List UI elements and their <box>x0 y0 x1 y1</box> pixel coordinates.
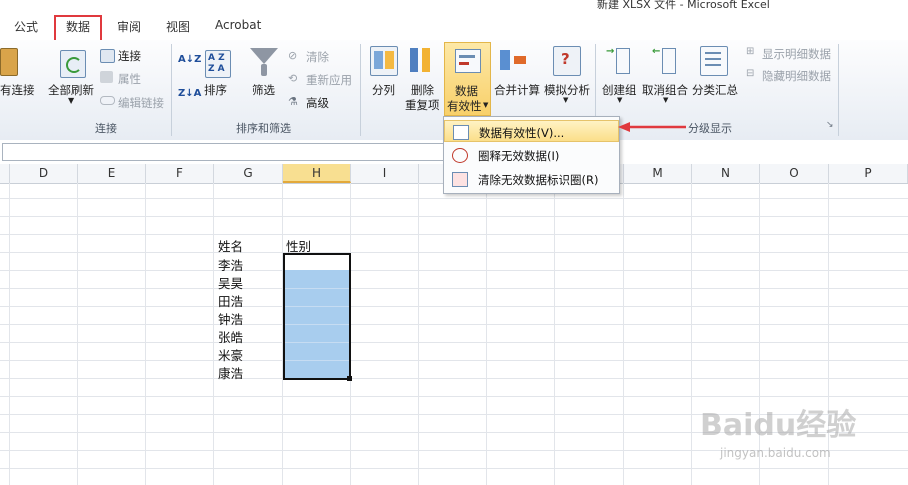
cell-name[interactable]: 张皓 <box>218 327 243 346</box>
formula-input[interactable] <box>2 143 444 161</box>
properties-icon <box>100 71 113 83</box>
existing-connections-button[interactable]: 有连接 <box>0 82 35 98</box>
group-separator <box>360 44 361 136</box>
annotation-arrow-icon <box>618 122 686 132</box>
ungroup-dropdown-icon[interactable]: ▼ <box>663 96 668 104</box>
show-detail-button[interactable]: 显示明细数据 <box>762 46 831 62</box>
edit-links-button[interactable]: 编辑链接 <box>118 95 164 111</box>
connections-button[interactable]: 连接 <box>118 48 141 64</box>
column-header[interactable]: I <box>351 164 419 183</box>
cell-name[interactable]: 李浩 <box>218 255 243 274</box>
cell-name[interactable]: 康浩 <box>218 363 243 382</box>
reapply-icon: ⟲ <box>288 72 298 85</box>
edit-links-icon <box>100 96 115 105</box>
reapply-button[interactable]: 重新应用 <box>306 72 352 88</box>
column-header[interactable]: O <box>760 164 829 183</box>
cell-name[interactable]: 米豪 <box>218 345 243 364</box>
data-validation-menu-icon <box>453 125 469 140</box>
column-header[interactable]: E <box>78 164 146 183</box>
existing-connections-icon <box>0 48 18 76</box>
tab-acrobat[interactable]: Acrobat <box>215 18 261 32</box>
advanced-button[interactable]: 高级 <box>306 95 329 111</box>
column-header[interactable]: N <box>692 164 760 183</box>
remove-duplicates-label-1[interactable]: 删除 <box>411 82 434 98</box>
tab-view[interactable]: 视图 <box>166 18 190 35</box>
what-if-icon: ? <box>553 46 581 76</box>
menu-item-label: 数据有效性(V)... <box>479 126 565 140</box>
remove-duplicates-icon <box>410 48 436 74</box>
data-validation-menu: 数据有效性(V)... 圈释无效数据(I) 清除无效数据标识圈(R) <box>443 116 620 194</box>
cell-header-name[interactable]: 姓名 <box>218 236 243 255</box>
group-dropdown-icon[interactable]: ▼ <box>617 96 622 104</box>
selection-border <box>283 253 351 380</box>
menu-item-circle-invalid[interactable]: 圈释无效数据(I) <box>444 144 619 166</box>
data-validation-dropdown-icon: ▼ <box>483 101 489 109</box>
sort-ascending-icon[interactable]: A↓Z <box>178 54 201 65</box>
filter-button[interactable]: 筛选 <box>252 82 275 98</box>
properties-button[interactable]: 属性 <box>118 71 141 87</box>
cell-name[interactable]: 田浩 <box>218 291 243 310</box>
column-header[interactable]: G <box>214 164 283 183</box>
outline-group-label: 分级显示 <box>688 122 732 135</box>
connections-icon <box>100 49 115 63</box>
column-header[interactable]: F <box>146 164 214 183</box>
consolidate-button[interactable]: 合并计算 <box>494 82 540 98</box>
data-validation-label-1: 数据 <box>455 84 478 98</box>
connections-group-label: 连接 <box>95 122 117 135</box>
text-to-columns-icon <box>370 46 398 76</box>
cell-name[interactable]: 吴昊 <box>218 273 243 292</box>
sort-button[interactable]: 排序 <box>204 82 227 98</box>
data-validation-button[interactable]: 数据 有效性 ▼ <box>444 42 491 116</box>
tab-review[interactable]: 审阅 <box>117 18 141 35</box>
subtotal-button[interactable]: 分类汇总 <box>692 82 738 98</box>
group-icon: → <box>606 46 632 74</box>
hide-detail-icon: ⊟ <box>746 68 755 79</box>
filter-icon <box>250 48 278 64</box>
data-validation-icon <box>455 49 481 73</box>
group-separator <box>838 44 839 136</box>
cell-header-gender[interactable]: 性别 <box>286 236 311 255</box>
watermark-url: jingyan.baidu.com <box>720 446 831 460</box>
remove-duplicates-label-2[interactable]: 重复项 <box>405 97 440 113</box>
ungroup-icon: ← <box>652 46 678 74</box>
cell-name[interactable]: 钟浩 <box>218 309 243 328</box>
clear-circles-icon <box>452 172 468 187</box>
advanced-filter-icon: ⚗ <box>288 95 298 108</box>
what-if-dropdown-icon[interactable]: ▼ <box>563 96 568 104</box>
fill-handle[interactable] <box>347 376 352 381</box>
text-to-columns-button[interactable]: 分列 <box>372 82 395 98</box>
filter-stem-icon <box>261 64 267 76</box>
hide-detail-button[interactable]: 隐藏明细数据 <box>762 68 831 84</box>
outline-dialog-launcher-icon[interactable]: ↘ <box>826 120 834 130</box>
ribbon-tabs: 公式 数据 审阅 视图 Acrobat <box>0 12 908 57</box>
refresh-all-icon <box>60 50 86 78</box>
sort-descending-icon[interactable]: Z↓A <box>178 88 201 99</box>
column-header-selected[interactable]: H <box>283 164 351 183</box>
clear-button[interactable]: 清除 <box>306 49 329 65</box>
consolidate-icon <box>500 48 528 74</box>
circle-invalid-icon <box>452 148 468 163</box>
data-validation-label-2: 有效性 <box>447 99 482 113</box>
column-header[interactable]: M <box>624 164 692 183</box>
group-separator <box>171 44 172 136</box>
sort-filter-group-label: 排序和筛选 <box>236 122 291 135</box>
watermark-logo: Baidu经验 <box>700 408 857 443</box>
sort-icon: A Z Z A <box>205 50 231 78</box>
subtotal-icon <box>700 46 728 76</box>
column-header[interactable]: D <box>10 164 78 183</box>
refresh-dropdown-icon[interactable]: ▼ <box>68 96 74 105</box>
show-detail-icon: ⊞ <box>746 46 755 57</box>
clear-icon: ⊘ <box>288 49 298 62</box>
window-title: 新建 XLSX 文件 - Microsoft Excel <box>597 0 770 11</box>
menu-item-label: 圈释无效数据(I) <box>478 149 560 163</box>
menu-item-clear-circles[interactable]: 清除无效数据标识圈(R) <box>444 168 619 190</box>
column-header[interactable]: P <box>829 164 908 183</box>
menu-item-label: 清除无效数据标识圈(R) <box>478 173 599 187</box>
select-all-corner[interactable] <box>0 164 10 183</box>
menu-item-data-validation[interactable]: 数据有效性(V)... <box>444 120 619 142</box>
tab-formulas[interactable]: 公式 <box>14 18 38 35</box>
